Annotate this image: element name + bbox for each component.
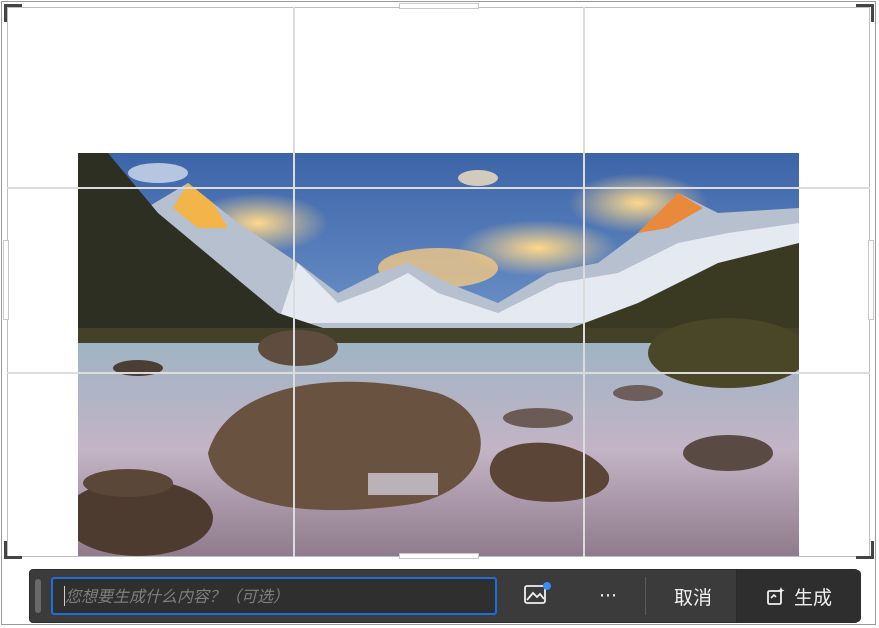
generate-button[interactable]: 生成 xyxy=(736,570,861,622)
crop-corner-handle-bottom-right[interactable] xyxy=(856,541,874,559)
crop-corner-handle-top-right[interactable] xyxy=(856,4,874,22)
crop-edge-handle-top[interactable] xyxy=(399,3,479,9)
crop-grid-line-horizontal xyxy=(7,187,870,189)
toolbar-divider xyxy=(645,577,646,615)
crop-grid-line-vertical xyxy=(293,7,295,557)
reference-image-button[interactable] xyxy=(518,570,558,622)
crop-box[interactable] xyxy=(7,7,870,557)
image-reference-icon xyxy=(523,581,553,612)
crop-grid-line-vertical xyxy=(583,7,585,557)
crop-edge-handle-bottom[interactable] xyxy=(399,553,479,559)
crop-corner-handle-top-left[interactable] xyxy=(4,4,22,22)
crop-edge-handle-left[interactable] xyxy=(3,240,9,320)
crop-edge-handle-right[interactable] xyxy=(868,240,874,320)
more-options-button[interactable]: ··· xyxy=(588,570,628,622)
generate-button-label: 生成 xyxy=(793,586,832,609)
text-caret xyxy=(64,586,65,606)
generative-fill-toolbar: ··· 取消 生成 xyxy=(29,569,861,623)
toolbar-drag-handle[interactable] xyxy=(35,579,41,613)
crop-corner-handle-bottom-left[interactable] xyxy=(4,541,22,559)
cancel-button-label: 取消 xyxy=(673,586,712,609)
crop-grid-line-horizontal xyxy=(7,372,870,374)
prompt-input[interactable] xyxy=(51,577,497,615)
cancel-button[interactable]: 取消 xyxy=(656,570,730,622)
more-horizontal-icon: ··· xyxy=(598,585,618,607)
generate-sparkle-icon xyxy=(766,586,786,606)
